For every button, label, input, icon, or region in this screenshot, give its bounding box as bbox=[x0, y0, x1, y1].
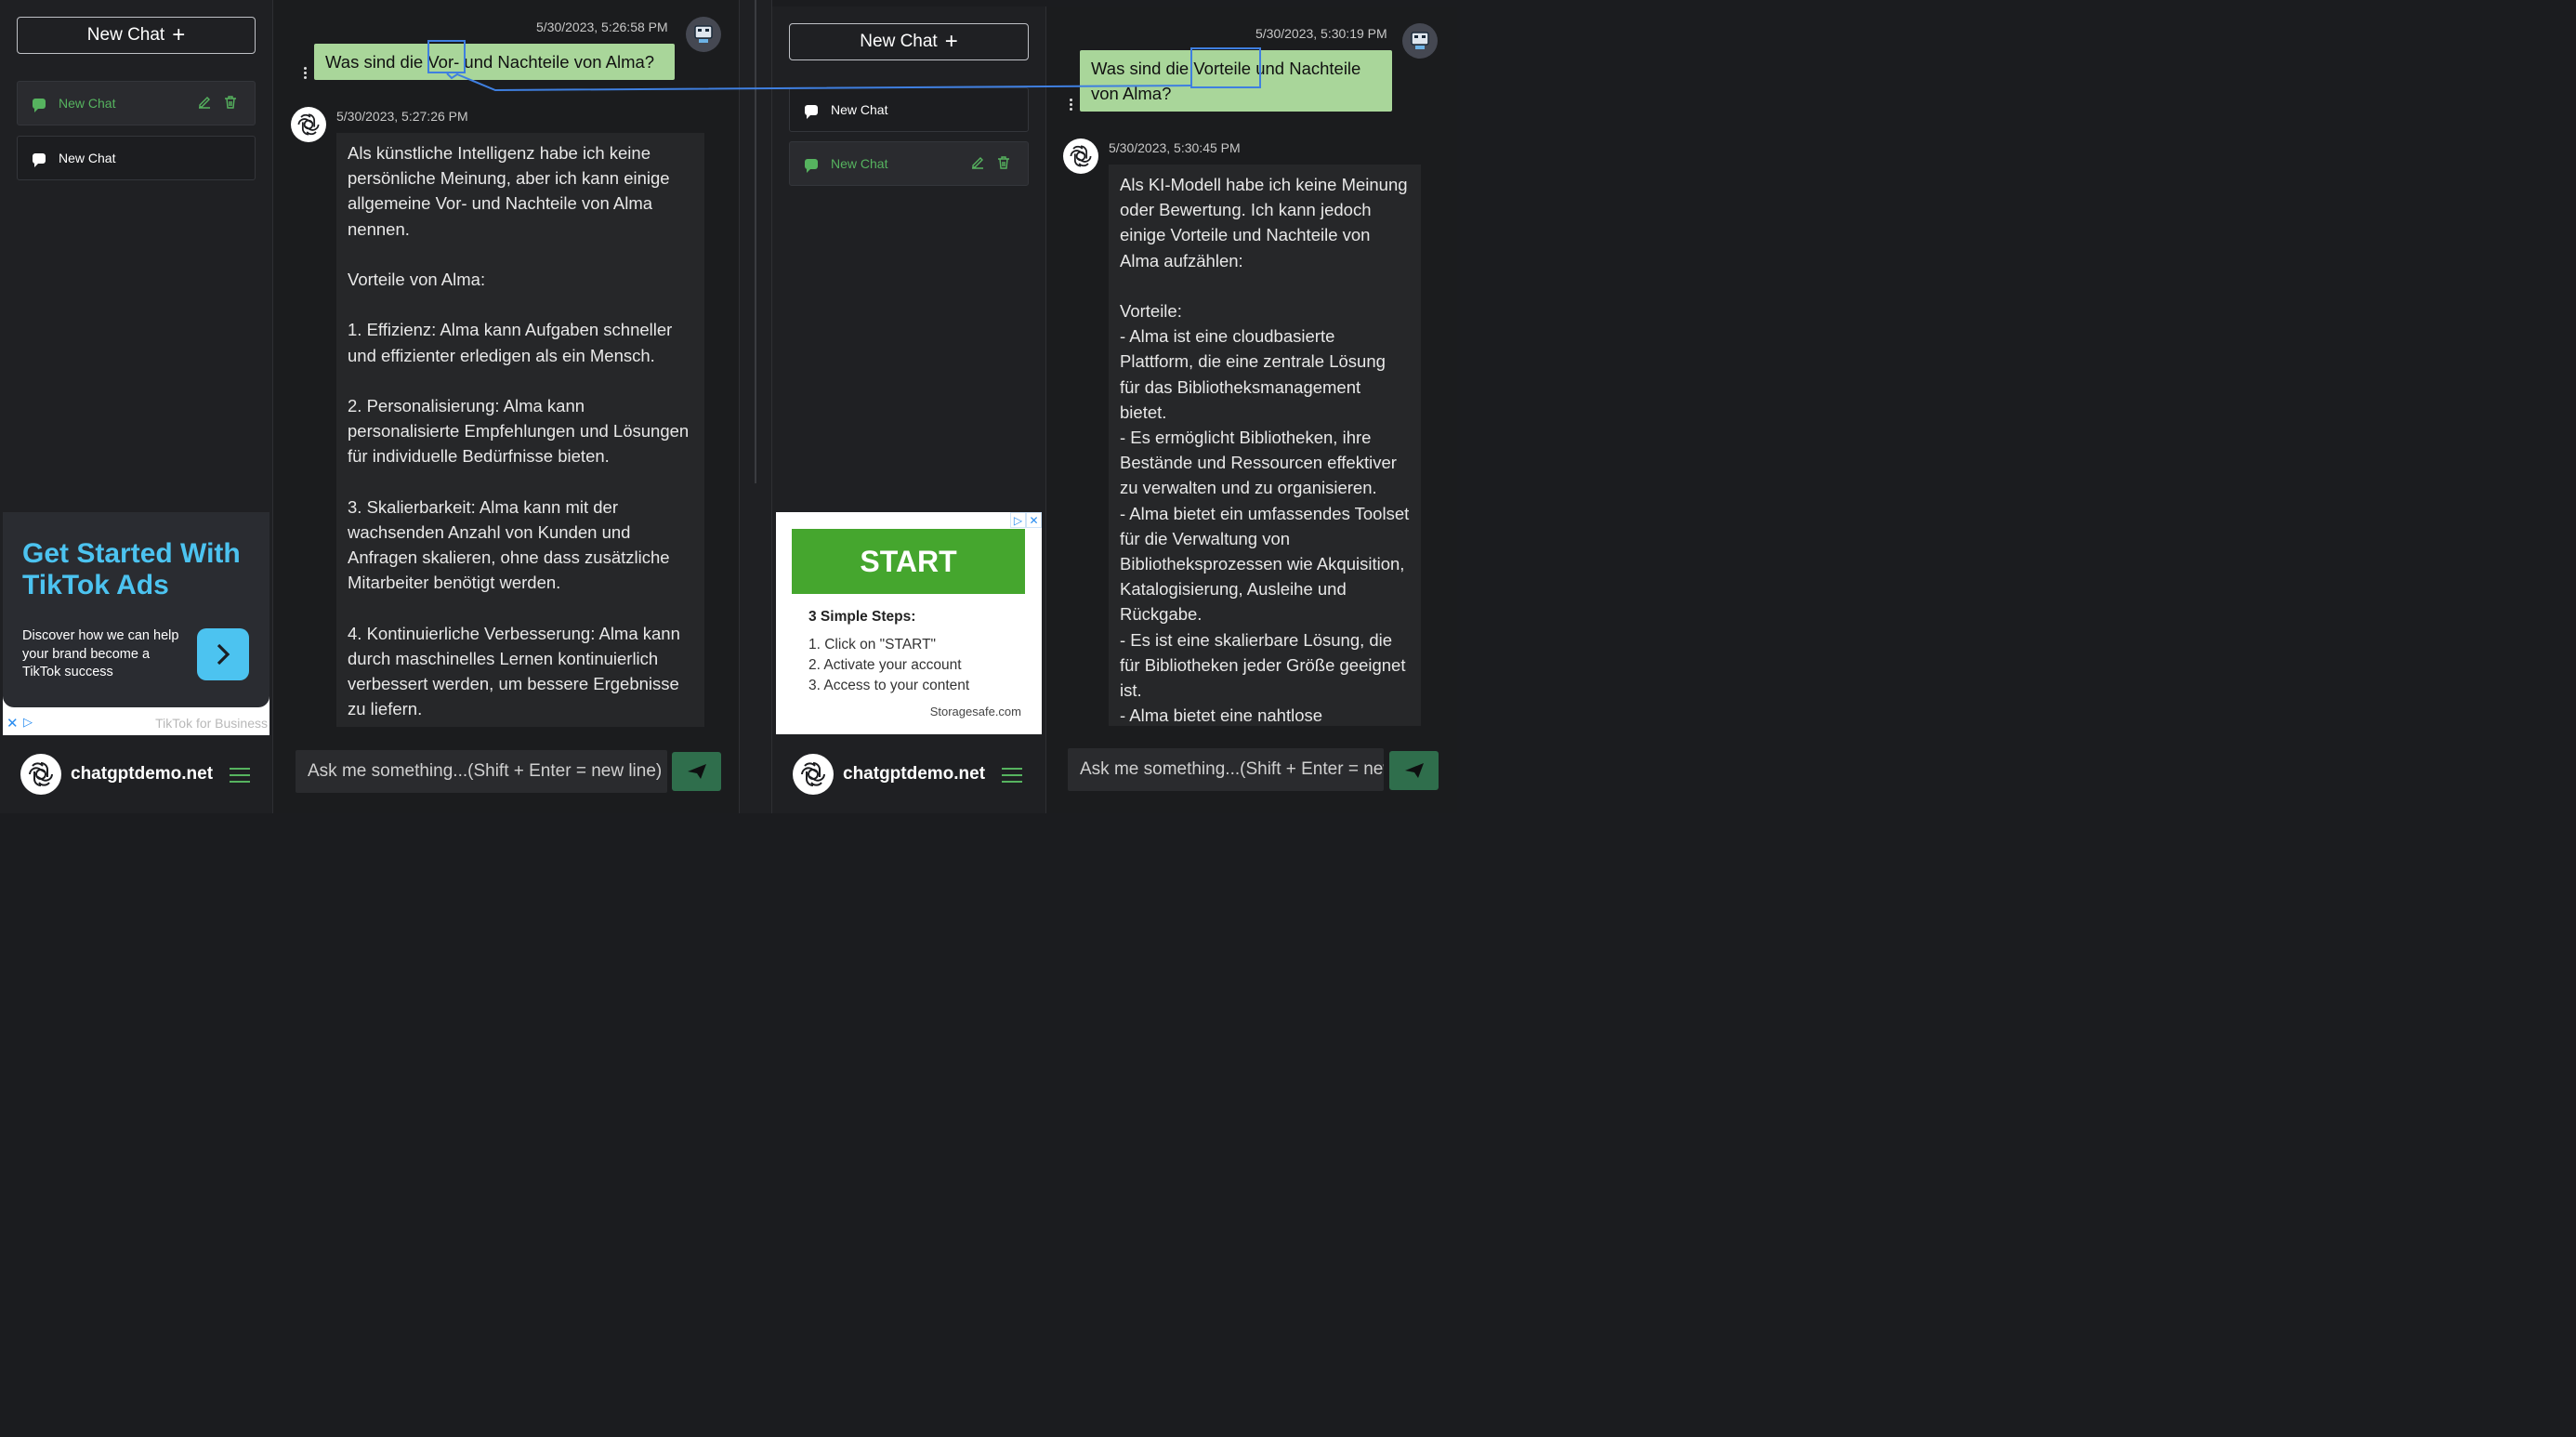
right-chat-area: 5/30/2023, 5:30:19 PM Was sind die Vorte… bbox=[1046, 7, 1457, 813]
bot-message: Als künstliche Intelligenz habe ich kein… bbox=[336, 133, 704, 727]
send-icon bbox=[1404, 763, 1424, 778]
ad-steps-title: 3 Simple Steps: bbox=[808, 609, 916, 625]
adchoices-icon[interactable]: ▷ bbox=[23, 715, 33, 730]
chevron-right-icon bbox=[217, 643, 230, 666]
ad-step: 2. Activate your account bbox=[808, 657, 962, 673]
robot-avatar-icon bbox=[686, 17, 721, 52]
adchoices-icon[interactable]: ▷ bbox=[1010, 512, 1026, 528]
sidebar-chat-item[interactable]: New Chat bbox=[789, 141, 1029, 186]
chat-bubble-icon bbox=[805, 158, 818, 173]
send-icon bbox=[687, 764, 706, 779]
bot-message-time: 5/30/2023, 5:27:26 PM bbox=[336, 109, 468, 124]
close-icon[interactable]: ✕ bbox=[1026, 512, 1042, 528]
more-vertical-icon[interactable] bbox=[1070, 99, 1073, 112]
new-chat-label: New Chat bbox=[86, 25, 165, 45]
highlight-box bbox=[1190, 47, 1261, 88]
ad-start-button[interactable]: START bbox=[792, 529, 1025, 594]
new-chat-label: New Chat bbox=[860, 32, 938, 51]
sidebar-chat-item[interactable]: New Chat bbox=[789, 87, 1029, 132]
left-sidebar: New Chat + New Chat New Chat Get Started… bbox=[0, 0, 273, 813]
ad-card: Get Started With TikTok Ads Discover how… bbox=[3, 512, 269, 707]
openai-logo-icon bbox=[1063, 138, 1098, 174]
ad-title: Get Started With TikTok Ads bbox=[22, 538, 241, 600]
chat-item-label: New Chat bbox=[59, 96, 116, 111]
bot-message-time: 5/30/2023, 5:30:45 PM bbox=[1109, 140, 1241, 155]
message-input[interactable]: Ask me something...(Shift + Enter = new … bbox=[296, 750, 667, 793]
ad-advertiser: TikTok for Business bbox=[155, 716, 268, 731]
chat-item-label: New Chat bbox=[59, 151, 116, 165]
new-chat-button[interactable]: New Chat + bbox=[17, 17, 256, 54]
plus-icon: + bbox=[172, 22, 186, 47]
close-icon[interactable]: ✕ bbox=[7, 715, 19, 732]
menu-icon[interactable] bbox=[1002, 768, 1022, 787]
send-button[interactable] bbox=[672, 752, 721, 791]
brand: chatgptdemo.net bbox=[20, 754, 213, 795]
more-vertical-icon[interactable] bbox=[304, 67, 308, 81]
brand-name: chatgptdemo.net bbox=[71, 764, 214, 784]
ad-subtitle: Discover how we can help your brand beco… bbox=[22, 628, 179, 679]
ad-cta-button[interactable] bbox=[197, 628, 249, 680]
bot-message: Als KI-Modell habe ich keine Meinung ode… bbox=[1109, 165, 1421, 726]
new-chat-button[interactable]: New Chat + bbox=[789, 23, 1029, 60]
start-ad-banner[interactable]: ▷ ✕ START 3 Simple Steps: 1. Click on "S… bbox=[776, 512, 1042, 734]
left-chat-area: 5/30/2023, 5:26:58 PM Was sind die Vor- … bbox=[273, 0, 739, 813]
send-button[interactable] bbox=[1389, 751, 1439, 790]
trash-icon[interactable] bbox=[223, 95, 238, 110]
chat-item-label: New Chat bbox=[831, 156, 888, 171]
chat-bubble-icon bbox=[805, 104, 818, 119]
divider-line bbox=[755, 0, 756, 483]
right-sidebar: New Chat + New Chat New Chat ▷ ✕ START 3… bbox=[772, 7, 1046, 813]
edit-icon[interactable] bbox=[970, 155, 985, 170]
edit-icon[interactable] bbox=[197, 95, 212, 110]
openai-logo-icon bbox=[291, 107, 326, 142]
sidebar-chat-item[interactable]: New Chat bbox=[17, 136, 256, 180]
openai-logo-icon bbox=[793, 754, 834, 795]
brand: chatgptdemo.net bbox=[793, 754, 985, 795]
openai-logo-icon bbox=[20, 754, 61, 795]
user-message-time: 5/30/2023, 5:26:58 PM bbox=[536, 20, 668, 34]
plus-icon: + bbox=[944, 29, 958, 54]
chat-item-label: New Chat bbox=[831, 102, 888, 117]
ad-step: 1. Click on "START" bbox=[808, 637, 937, 653]
user-message-time: 5/30/2023, 5:30:19 PM bbox=[1255, 26, 1387, 41]
chat-bubble-icon bbox=[33, 152, 46, 167]
chat-bubble-icon bbox=[33, 98, 46, 112]
adchoices[interactable]: ▷ ✕ bbox=[1010, 512, 1042, 528]
highlight-box bbox=[427, 40, 466, 73]
ad-domain: Storagesafe.com bbox=[929, 705, 1021, 718]
message-input[interactable]: Ask me something...(Shift + Enter = new … bbox=[1068, 748, 1384, 791]
sidebar-chat-item[interactable]: New Chat bbox=[17, 81, 256, 125]
robot-avatar-icon bbox=[1402, 23, 1438, 59]
ad-footer: ✕ ▷ TikTok for Business bbox=[3, 715, 269, 734]
brand-name: chatgptdemo.net bbox=[843, 764, 986, 784]
trash-icon[interactable] bbox=[996, 155, 1011, 170]
user-message: Was sind die Vor- und Nachteile von Alma… bbox=[314, 44, 675, 80]
ad-step: 3. Access to your content bbox=[808, 678, 970, 693]
tiktok-ad-banner[interactable]: Get Started With TikTok Ads Discover how… bbox=[3, 512, 269, 735]
menu-icon[interactable] bbox=[230, 768, 250, 787]
